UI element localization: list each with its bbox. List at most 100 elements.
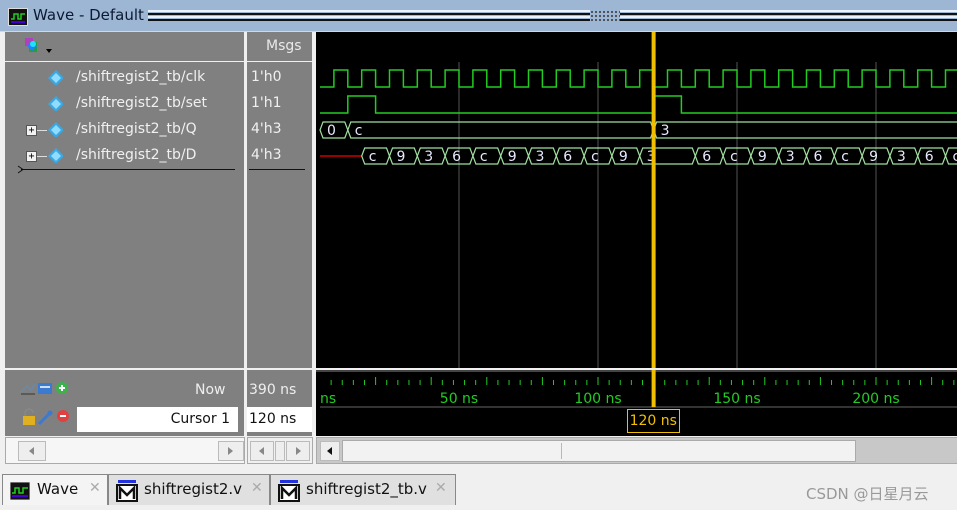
cursor-name-field[interactable]: Cursor 1 [77, 407, 238, 432]
title-grip[interactable] [148, 10, 957, 22]
ruler-label: 150 ns [713, 391, 760, 407]
d-bus-value-label: 6 [814, 149, 823, 165]
d-bus-value-label: c [730, 149, 738, 165]
expand-icon[interactable]: + [26, 151, 37, 162]
cursor-controls: Now Cursor 1 [5, 370, 244, 436]
modelsim-icon [116, 480, 138, 502]
close-icon[interactable]: ✕ [251, 480, 263, 496]
modelsim-icon [278, 480, 300, 502]
waveform-canvas[interactable]: 0 c 3c 9 3 6 c 9 3 6 c 9 3 6 c 9 3 6 c 9 3 6 c [316, 32, 957, 368]
d-bus-value-label: 3 [424, 149, 433, 165]
window-title-bar[interactable]: Wave - Default [0, 0, 957, 32]
insertion-arrow-icon [17, 165, 24, 174]
d-bus-value-label: c [953, 149, 957, 165]
signal-name: /shiftregist2_tb/D [76, 147, 197, 163]
scroll-left-button[interactable] [250, 441, 274, 461]
ruler-label: ns [320, 391, 336, 407]
d-bus-value-label: c [841, 149, 849, 165]
d-bus-value-label: c [369, 149, 377, 165]
cursor-flag-text: 120 ns [629, 413, 677, 429]
q-bus-segment [347, 121, 655, 139]
add-signal-dropdown[interactable] [19, 36, 59, 58]
cursor-value: 120 ns [249, 411, 297, 427]
d-bus-value-label: c [591, 149, 599, 165]
signal-diamond-icon [48, 96, 63, 111]
time-ruler: ns 50 ns 100 ns 150 ns 200 ns 120 ns [316, 370, 957, 436]
cursor-properties-icon[interactable] [38, 383, 52, 394]
lock-cursor-icon[interactable] [23, 408, 35, 425]
scroll-left-button[interactable] [320, 441, 340, 461]
tab-shiftregist2-tb-v[interactable]: shiftregist2_tb.v ✕ [270, 474, 456, 505]
q-bus-segment [652, 121, 957, 139]
d-bus-value-label: 3 [897, 149, 906, 165]
tab-bar: Wave ✕ shiftregist2.v ✕ shiftregist2_tb.… [0, 472, 957, 510]
signal-name: /shiftregist2_tb/Q [76, 121, 197, 137]
d-bus-value-label: 6 [702, 149, 711, 165]
wave-window-icon [8, 8, 28, 26]
signal-row-q[interactable]: + /shiftregist2_tb/Q [17, 118, 244, 142]
waveform-pane[interactable]: 0c3c936c936c936c936c936c [316, 32, 957, 368]
tab-wave[interactable]: Wave ✕ [2, 474, 108, 505]
d-bus-value-label: 9 [508, 149, 517, 165]
ruler-label: 200 ns [852, 391, 899, 407]
close-icon[interactable]: ✕ [435, 480, 447, 496]
close-icon[interactable]: ✕ [89, 480, 101, 496]
tab-shiftregist2-v[interactable]: shiftregist2.v ✕ [108, 474, 270, 505]
scroll-left-button[interactable] [18, 441, 46, 461]
d-bus-value-label: 9 [869, 149, 878, 165]
d-bus-value-label: 9 [397, 149, 406, 165]
signal-list-header [5, 32, 244, 61]
d-bus-value-label: 6 [452, 149, 461, 165]
scroll-thumb[interactable] [342, 440, 856, 462]
signal-value: 4'h3 [251, 147, 282, 163]
cursor-toolbar [19, 408, 75, 430]
delete-cursor-icon[interactable] [57, 410, 69, 422]
signal-row-set[interactable]: /shiftregist2_tb/set [17, 92, 244, 116]
q-bus-value-label: 3 [661, 123, 670, 139]
expand-icon[interactable]: + [26, 125, 37, 136]
signal-value: 4'h3 [251, 121, 282, 137]
set-waveform [320, 95, 957, 114]
values-horizontal-scrollbar[interactable] [247, 437, 313, 464]
scroll-right-button[interactable] [218, 441, 244, 461]
signal-value: 1'h0 [251, 69, 282, 85]
q-bus-value-label: 0 [327, 123, 336, 139]
cursor-time-flag[interactable]: 120 ns [626, 409, 680, 433]
cursor-position-marker [561, 443, 562, 459]
d-bus-value-label: 3 [536, 149, 545, 165]
window-title: Wave - Default [33, 6, 144, 24]
add-cursor-icon[interactable] [56, 382, 68, 394]
signal-diamond-icon [48, 122, 63, 137]
wave-horizontal-scrollbar[interactable] [316, 437, 957, 464]
wave-icon [10, 482, 30, 500]
msgs-header: Msgs [247, 32, 312, 61]
scroll-thumb[interactable] [275, 441, 285, 461]
watermark: CSDN @日星月云 [806, 485, 929, 503]
ruler-label: 50 ns [440, 391, 478, 407]
insert-cursor-icon[interactable] [20, 383, 36, 395]
msgs-label: Msgs [266, 38, 302, 54]
insertion-marker [21, 169, 235, 170]
time-values: 390 ns 120 ns [247, 370, 312, 436]
tab-label: Wave [37, 480, 79, 498]
d-bus-value-label: 9 [758, 149, 767, 165]
signal-value: 1'h1 [251, 95, 282, 111]
now-toolbar [19, 380, 73, 400]
signal-name: /shiftregist2_tb/set [76, 95, 207, 111]
signal-diamond-icon [48, 70, 63, 85]
objects-icon [25, 38, 52, 53]
signal-row-clk[interactable]: /shiftregist2_tb/clk [17, 66, 244, 90]
q-bus-value-label: c [355, 123, 363, 139]
d-bus-value-label: 6 [563, 149, 572, 165]
tab-label: shiftregist2_tb.v [306, 480, 427, 498]
edit-cursor-icon[interactable] [37, 410, 53, 426]
signal-row-d[interactable]: + /shiftregist2_tb/D [17, 144, 244, 168]
signal-values-pane: 1'h0 1'h1 4'h3 4'h3 [247, 62, 312, 368]
scroll-right-button[interactable] [286, 441, 310, 461]
names-horizontal-scrollbar[interactable] [5, 437, 245, 464]
signal-names-pane: /shiftregist2_tb/clk /shiftregist2_tb/se… [17, 62, 244, 368]
cursor-label: Cursor 1 [170, 411, 230, 427]
d-bus-value-label: c [480, 149, 488, 165]
d-bus-value-label: 9 [619, 149, 628, 165]
clk-waveform [320, 69, 957, 88]
